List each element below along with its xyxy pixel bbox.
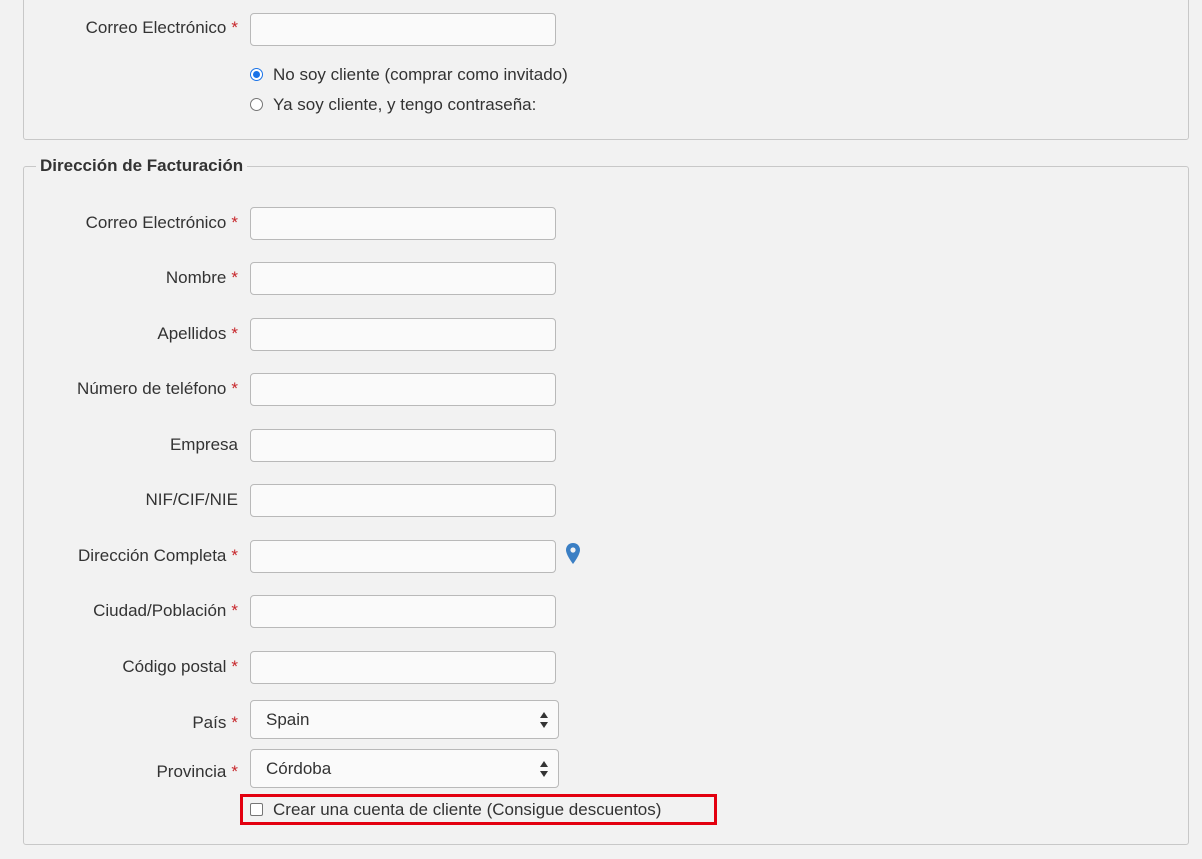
label-text: Número de teléfono <box>77 379 227 398</box>
create-account-checkbox[interactable] <box>250 803 263 816</box>
field-label: NIF/CIF/NIE <box>24 482 238 518</box>
label-text: Dirección Completa <box>78 546 227 565</box>
label-text: Nombre <box>165 268 227 287</box>
surname-input[interactable] <box>250 318 556 351</box>
field-row-country: País * Spain <box>24 700 624 741</box>
country-select[interactable]: Spain <box>250 700 559 739</box>
field-row-address: Dirección Completa * <box>24 538 624 574</box>
field-label: Ciudad/Población * <box>24 593 238 629</box>
field-label: Correo Electrónico * <box>24 205 238 241</box>
field-label: Dirección Completa * <box>24 538 238 574</box>
name-input[interactable] <box>250 262 556 295</box>
field-label: Empresa <box>24 427 238 463</box>
billing-address-panel: Dirección de Facturación Correo Electrón… <box>23 157 1189 845</box>
label-text: Empresa <box>169 435 238 454</box>
required-mark: * <box>231 762 238 781</box>
country-selected-value: Spain <box>266 710 310 729</box>
field-label: Provincia * <box>24 754 238 790</box>
create-account-option[interactable]: Crear una cuenta de cliente (Consigue de… <box>250 797 661 823</box>
required-mark: * <box>231 713 238 732</box>
billing-email-input[interactable] <box>250 207 556 240</box>
label-text: Ciudad/Población <box>93 601 227 620</box>
required-mark: * <box>231 546 238 565</box>
billing-legend: Dirección de Facturación <box>36 157 248 175</box>
province-select[interactable]: Córdoba <box>250 749 559 788</box>
select-arrows-icon <box>540 712 548 728</box>
required-mark: * <box>231 657 238 676</box>
label-text: NIF/CIF/NIE <box>145 490 238 509</box>
address-input[interactable] <box>250 540 556 573</box>
taxid-input[interactable] <box>250 484 556 517</box>
field-label: País * <box>24 705 238 741</box>
select-arrows-icon <box>540 761 548 777</box>
postal-code-input[interactable] <box>250 651 556 684</box>
required-mark: * <box>231 213 238 232</box>
email-label-text: Correo Electrónico <box>85 18 227 37</box>
radio-guest-label: No soy cliente (comprar como invitado) <box>273 65 568 84</box>
field-label: Código postal * <box>24 649 238 685</box>
map-marker-icon[interactable] <box>566 543 580 565</box>
email-label-top: Correo Electrónico * <box>24 10 238 46</box>
radio-guest-button[interactable] <box>250 68 263 81</box>
field-label: Número de teléfono * <box>24 371 238 407</box>
radio-existing-label: Ya soy cliente, y tengo contraseña: <box>273 95 537 114</box>
required-mark: * <box>231 379 238 398</box>
company-input[interactable] <box>250 429 556 462</box>
radio-existing-customer[interactable]: Ya soy cliente, y tengo contraseña: <box>250 93 536 117</box>
email-input-top[interactable] <box>250 13 556 46</box>
required-mark: * <box>231 18 238 37</box>
required-mark: * <box>231 601 238 620</box>
label-text: Provincia <box>156 762 227 781</box>
phone-input[interactable] <box>250 373 556 406</box>
city-input[interactable] <box>250 595 556 628</box>
label-text: Código postal <box>122 657 227 676</box>
radio-existing-button[interactable] <box>250 98 263 111</box>
radio-guest[interactable]: No soy cliente (comprar como invitado) <box>250 63 568 87</box>
required-mark: * <box>231 268 238 287</box>
province-selected-value: Córdoba <box>266 759 332 778</box>
field-row-province: Provincia * Córdoba <box>24 749 624 790</box>
label-text: Apellidos <box>157 324 227 343</box>
required-mark: * <box>231 324 238 343</box>
field-label: Apellidos * <box>24 316 238 352</box>
label-text: País <box>192 713 227 732</box>
create-account-label: Crear una cuenta de cliente (Consigue de… <box>273 800 662 819</box>
field-label: Nombre * <box>24 260 238 296</box>
label-text: Correo Electrónico <box>85 213 227 232</box>
customer-type-panel: Correo Electrónico * No soy cliente (comp… <box>23 0 1189 140</box>
